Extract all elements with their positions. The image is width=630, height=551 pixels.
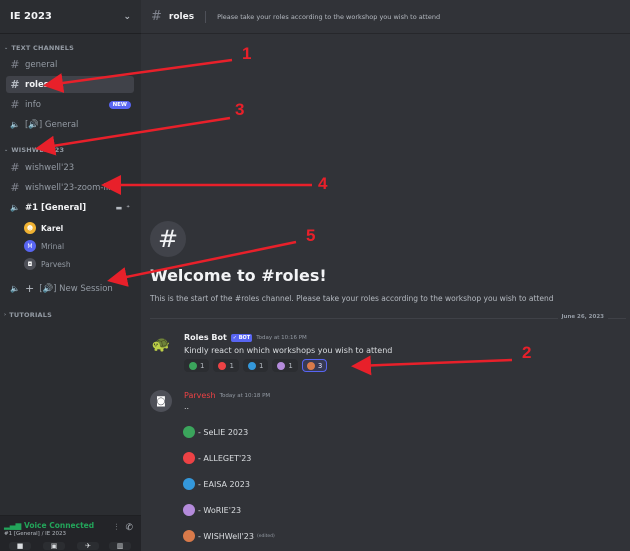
reaction-orange[interactable]: 3 xyxy=(301,359,328,372)
role-option: - WISHWell'23 (edited) xyxy=(183,530,275,542)
message-timestamp: Today at 10:16 PM xyxy=(256,334,307,341)
role-option: - ALLEGET'23 xyxy=(183,452,251,464)
voice-channel-path: #1 [General] / IE 2023 xyxy=(4,531,67,537)
role-option: - EAISA 2023 xyxy=(183,478,250,490)
channel-topic[interactable]: Please take your roles according to the … xyxy=(217,13,440,21)
server-header[interactable]: IE 2023 ⌄ xyxy=(0,0,141,34)
reaction-purple[interactable]: 1 xyxy=(272,359,298,372)
message-content: .. xyxy=(184,402,190,411)
reaction-green[interactable]: 1 xyxy=(184,359,210,372)
edited-label: (edited) xyxy=(256,533,275,539)
voice-channel-actions: ▬ ⁺ xyxy=(116,204,130,212)
avatar: ◘ xyxy=(24,258,36,270)
voice-user[interactable]: ☻ Karel xyxy=(24,222,63,234)
green-circle-icon xyxy=(183,426,195,438)
new-badge: NEW xyxy=(108,100,131,109)
red-circle-icon xyxy=(183,452,195,464)
reaction-red[interactable]: 1 xyxy=(213,359,239,372)
camera-button[interactable]: ■ xyxy=(9,542,31,550)
chevron-down-icon: ⌄ xyxy=(4,147,9,153)
voice-channel-general[interactable]: 🔈 [🔊] General xyxy=(6,116,134,133)
green-circle-icon xyxy=(189,361,197,370)
plus-icon[interactable]: + xyxy=(25,282,34,295)
avatar: M xyxy=(24,240,36,252)
purple-circle-icon xyxy=(183,504,195,516)
channel-general[interactable]: # general xyxy=(6,56,134,73)
message-content: Kindly react on which workshops you wish… xyxy=(184,346,393,355)
channel-title: roles xyxy=(168,11,195,22)
add-user-icon[interactable]: ⁺ xyxy=(126,204,130,212)
annotation-label-5: 5 xyxy=(306,226,316,245)
annotation-label-2: 2 xyxy=(522,343,532,362)
soundboard-button[interactable]: ▥ xyxy=(109,542,131,550)
hash-icon: # xyxy=(151,9,162,24)
reaction-bar: 1 1 1 1 3 xyxy=(184,359,328,372)
voice-user[interactable]: M Mrinal xyxy=(24,240,64,252)
message-author[interactable]: Roles Bot xyxy=(184,333,227,342)
server-name: IE 2023 xyxy=(10,11,52,22)
hash-lock-icon: # xyxy=(10,161,20,174)
reaction-blue[interactable]: 1 xyxy=(242,359,269,372)
red-circle-icon xyxy=(218,361,227,370)
message-header: Roles Bot ✓ BOT Today at 10:16 PM xyxy=(184,333,307,342)
welcome-subtitle: This is the start of the #roles channel.… xyxy=(150,294,554,303)
chevron-right-icon: › xyxy=(4,312,7,318)
category-text-channels[interactable]: ⌄ TEXT CHANNELS xyxy=(0,44,74,52)
voice-user[interactable]: ◘ Parvesh xyxy=(24,258,71,270)
hash-lock-icon: # xyxy=(10,181,20,194)
chevron-down-icon: ⌄ xyxy=(4,45,9,51)
voice-connected-status[interactable]: ▂▄▆ Voice Connected xyxy=(4,521,94,530)
blue-circle-icon xyxy=(247,361,256,370)
noise-suppression-icon[interactable]: ⫶ xyxy=(115,523,117,533)
category-wishwell[interactable]: ⌄ WISHWELL'23 xyxy=(0,146,64,154)
hash-icon: # xyxy=(10,98,20,111)
chat-area: # roles Please take your roles according… xyxy=(141,0,630,551)
channel-roles[interactable]: # roles xyxy=(6,76,134,93)
bot-badge: ✓ BOT xyxy=(230,333,253,342)
category-tutorials[interactable]: › TUTORIALS xyxy=(0,311,52,319)
purple-circle-icon xyxy=(277,361,286,370)
user-avatar[interactable]: ◙ xyxy=(150,390,172,412)
speaker-lock-icon: 🔈 xyxy=(10,284,20,293)
activity-button[interactable]: ✈ xyxy=(77,542,99,550)
channel-wishwell-zoom-link[interactable]: # wishwell'23-zoom-link xyxy=(6,179,134,196)
header-divider xyxy=(205,10,207,23)
speaker-icon: 🔈 xyxy=(10,120,20,129)
annotation-label-1: 1 xyxy=(242,44,252,63)
hash-icon: # xyxy=(150,221,186,257)
channel-header: # roles Please take your roles according… xyxy=(141,0,630,34)
message-header: Parvesh Today at 10:18 PM xyxy=(184,391,270,400)
chat-icon[interactable]: ▬ xyxy=(116,204,123,212)
welcome-title: Welcome to #roles! xyxy=(150,266,327,285)
message-timestamp: Today at 10:18 PM xyxy=(219,392,271,399)
orange-circle-icon xyxy=(183,530,195,542)
message-author[interactable]: Parvesh xyxy=(184,391,216,400)
screen-share-button[interactable]: ▣ xyxy=(43,542,65,550)
avatar: ☻ xyxy=(24,222,36,234)
bot-avatar[interactable]: 🐢 xyxy=(150,333,172,355)
date-divider-label: June 26, 2023 xyxy=(557,314,608,320)
date-divider xyxy=(150,318,626,319)
hash-icon: # xyxy=(10,78,20,91)
disconnect-icon[interactable]: ✆ xyxy=(125,523,133,533)
annotation-label-3: 3 xyxy=(235,100,245,119)
channel-info[interactable]: # info NEW xyxy=(6,96,134,113)
discord-app: IE 2023 ⌄ ⌄ TEXT CHANNELS # general # ro… xyxy=(0,0,630,551)
blue-circle-icon xyxy=(183,478,195,490)
voice-connection-panel: ▂▄▆ Voice Connected #1 [General] / IE 20… xyxy=(0,515,141,551)
voice-controls: ⫶ ✆ xyxy=(115,523,133,533)
channel-sidebar: IE 2023 ⌄ ⌄ TEXT CHANNELS # general # ro… xyxy=(0,0,141,551)
speaker-lock-icon: 🔈 xyxy=(10,203,20,212)
role-option: - WoRIE'23 xyxy=(183,504,241,516)
voice-channel-new-session[interactable]: 🔈 + [🔊] New Session xyxy=(6,280,134,297)
hash-icon: # xyxy=(10,58,20,71)
voice-channel-stage[interactable]: 🔈 #1 [General] ▬ ⁺ xyxy=(6,199,134,216)
channel-wishwell[interactable]: # wishwell'23 xyxy=(6,159,134,176)
chevron-down-icon[interactable]: ⌄ xyxy=(123,12,131,22)
orange-circle-icon xyxy=(306,361,315,370)
role-option: - SeLIE 2023 xyxy=(183,426,248,438)
annotation-label-4: 4 xyxy=(318,174,328,193)
signal-icon: ▂▄▆ xyxy=(4,521,22,530)
